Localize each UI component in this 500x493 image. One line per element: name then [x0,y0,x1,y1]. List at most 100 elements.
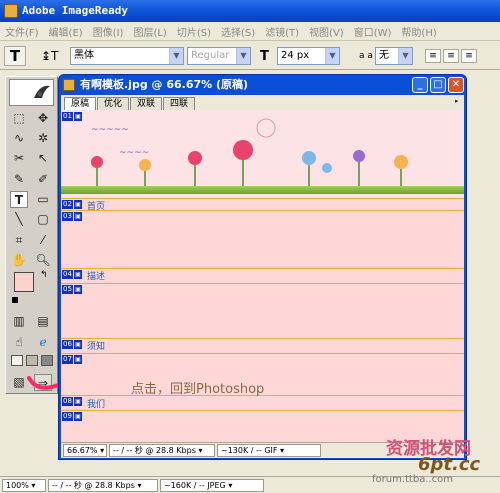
doc-file-size-value: ~130K / -- GIF [221,446,278,455]
swap-colors-icon[interactable]: ↰ [40,270,48,280]
rounded-rect-icon[interactable]: ▢ [34,211,52,228]
menu-image[interactable]: 图像(I) [88,24,129,39]
slice-number: 07 [62,355,73,364]
doc-zoom-value: 66.67% [67,446,98,455]
annotation-text: 点击，回到Photoshop [131,382,265,397]
antialias-value: 无 [379,50,389,61]
marquee-icon[interactable]: ⬚ [10,110,28,127]
slice-badge-03[interactable]: 03 ▣ [62,212,82,221]
slice-badge-02[interactable]: 02 ▣ [62,200,82,209]
font-style-select[interactable]: Regular ▼ [187,47,251,65]
antialias-icon: a a [359,51,373,61]
tab-4up[interactable]: 四联 [163,97,196,110]
slice-type-icon: ▣ [72,340,82,349]
doc-file-size-field[interactable]: ~130K / -- GIF ▾ [217,444,321,457]
slice-badge-01[interactable]: 01 ▣ [62,112,82,121]
slice-badge-08[interactable]: 08 ▣ [62,397,82,406]
menu-view[interactable]: 视图(V) [304,24,349,39]
align-left-icon[interactable]: ≡ [425,49,441,63]
tab-optimized[interactable]: 优化 [97,97,130,110]
app-download-time-field[interactable]: -- / -- 秒 @ 28.8 Kbps ▾ [48,478,158,492]
slice-badge-07[interactable]: 07 ▣ [62,355,82,364]
slice-type-icon: ▣ [72,412,82,421]
foreground-color-swatch[interactable] [14,272,34,292]
font-family-select[interactable]: 黑体 ▼ [70,47,184,65]
slice-type-icon: ▣ [72,112,82,121]
hand-icon[interactable]: ✋ [10,252,28,269]
font-family-value: 黑体 [74,50,94,61]
slice-badge-05[interactable]: 05 ▣ [62,285,82,294]
doc-zoom-field[interactable]: 66.67% ▾ [63,444,107,457]
chevron-down-icon: ▾ [137,480,142,490]
doc-download-time-field[interactable]: -- / -- 秒 @ 28.8 Kbps ▾ [109,444,215,457]
slice-visibility-icon[interactable]: ▤ [34,313,52,330]
lasso-icon[interactable]: ∿ [10,130,28,147]
slice-label-notice: 须知 [87,342,106,352]
chevron-down-icon: ▼ [325,48,339,64]
slice-icon[interactable]: ✂ [10,150,28,167]
menu-edit[interactable]: 编辑(E) [44,24,88,39]
banner-image: ~~~~~ ~~~~ [61,110,464,198]
menu-window[interactable]: 窗口(W) [349,24,397,39]
tab-2up[interactable]: 双联 [130,97,163,110]
shape-icon[interactable]: ▭ [34,191,52,208]
preview-in-browser-icon[interactable]: ℯ [34,334,52,351]
screen-mode-full-icon[interactable] [41,355,53,366]
crop-icon[interactable]: ⌗ [10,232,28,249]
magic-wand-icon[interactable]: ✲ [34,130,52,147]
zoom-icon[interactable]: 🔍︎ [34,252,52,269]
slice-badge-04[interactable]: 04 ▣ [62,270,82,279]
slice-number: 08 [62,397,73,406]
minimize-button[interactable]: _ [412,77,428,93]
type-tool-preset-icon[interactable]: T [4,46,26,66]
tab-menu-arrow-icon[interactable]: ▸ [455,97,463,107]
align-right-icon[interactable]: ≡ [461,49,477,63]
screen-mode-menubar-icon[interactable] [26,355,38,366]
chevron-down-icon: ▾ [100,446,105,455]
slice-number: 03 [62,212,73,221]
default-colors-icon[interactable] [12,297,18,303]
chevron-down-icon: ▼ [398,48,412,64]
slice-badge-09[interactable]: 09 ▣ [62,412,82,421]
slice-select-icon[interactable]: ↖ [34,150,52,167]
svg-text:~~~~: ~~~~ [119,148,149,158]
rollover-preview-icon[interactable]: ☝ [10,334,28,351]
font-style-value: Regular [191,50,230,61]
doc-download-time-value: -- / -- 秒 @ 28.8 Kbps [113,446,196,455]
banner-flowers-svg: ~~~~~ ~~~~ [91,118,408,186]
brush-icon[interactable]: ✎ [10,171,28,188]
align-center-icon[interactable]: ≡ [443,49,459,63]
eyedropper-icon[interactable]: ⁄ [34,232,52,249]
slice-line [61,353,464,354]
eraser-icon[interactable]: ✐ [34,171,52,188]
menu-layer[interactable]: 图层(L) [128,24,171,39]
type-icon[interactable]: T [10,191,28,208]
close-button[interactable]: ✕ [448,77,464,93]
menu-help[interactable]: 帮助(H) [396,24,441,39]
tab-original[interactable]: 原稿 [64,97,97,110]
antialias-select[interactable]: 无 ▼ [375,47,413,65]
menu-select[interactable]: 选择(S) [216,24,260,39]
slice-type-icon: ▣ [72,355,82,364]
font-size-select[interactable]: 24 px ▼ [277,47,340,65]
slice-badge-06[interactable]: 06 ▣ [62,340,82,349]
options-bar: T ↨T 黑体 ▼ Regular ▼ T 24 px ▼ a a 无 ▼ ≡ … [0,42,500,70]
maximize-button[interactable]: □ [430,77,446,93]
menu-filter[interactable]: 滤镜(T) [260,24,304,39]
menu-file[interactable]: 文件(F) [0,24,44,39]
document-title: 有啊模板.jpg @ 66.67% (原稿) [80,78,249,91]
font-size-value: 24 px [281,50,310,61]
app-file-size-field[interactable]: ~160K / -- JPEG ▾ [160,478,264,492]
document-tabs: 原稿 优化 双联 四联 [61,95,464,110]
screen-mode-standard-icon[interactable] [11,355,23,366]
app-zoom-field[interactable]: 100% ▾ [2,478,46,492]
text-orientation-icon[interactable]: ↨T [41,48,58,64]
banner-grass [61,186,464,194]
slice-type-icon: ▣ [72,212,82,221]
move-icon[interactable]: ✥ [34,110,52,127]
chevron-down-icon: ▾ [280,446,285,455]
menu-slice[interactable]: 切片(S) [172,24,216,39]
imagemap-hide-icon[interactable]: ▥ [10,313,28,330]
line-icon[interactable]: ╲ [10,211,28,228]
slice-type-icon: ▣ [72,285,82,294]
